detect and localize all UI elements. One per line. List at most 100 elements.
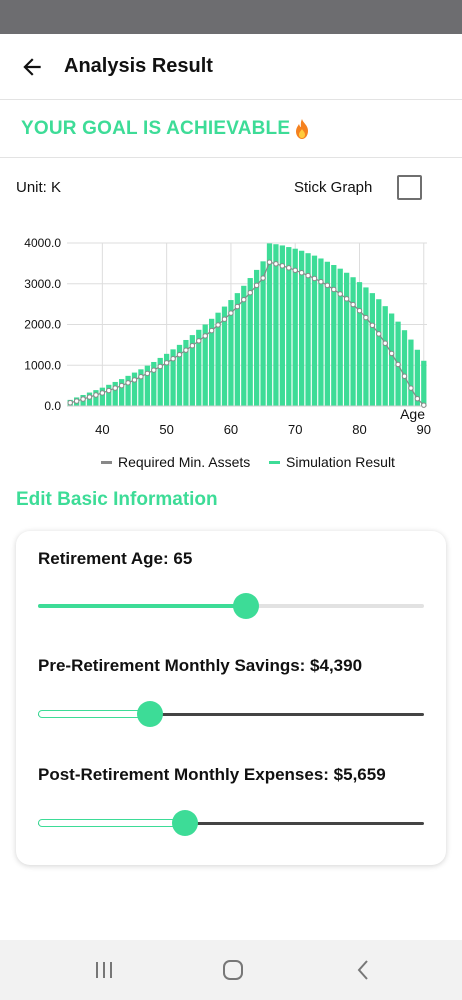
- chart-options-row: Unit: K Stick Graph: [0, 170, 462, 206]
- x-tick-label: 60: [224, 422, 238, 437]
- chart-bar: [408, 339, 414, 406]
- chart-point: [183, 347, 189, 353]
- chart-point: [363, 314, 369, 321]
- x-axis-label: Age: [400, 406, 425, 422]
- slider-thumb[interactable]: [136, 701, 163, 727]
- chart-bar: [401, 330, 408, 406]
- chart-bar: [350, 277, 356, 406]
- chart-point: [118, 382, 125, 389]
- chart-point: [311, 275, 318, 282]
- chart-point: [343, 296, 350, 302]
- stick-graph-checkbox[interactable]: [397, 175, 422, 200]
- chart-point: [151, 367, 157, 373]
- chart-point: [286, 265, 292, 271]
- chart-bar: [260, 261, 266, 406]
- chart-point: [215, 322, 221, 328]
- chart-point: [292, 267, 298, 274]
- unit-label: Unit: K: [16, 179, 62, 196]
- chart-point: [331, 286, 337, 293]
- chart-point: [273, 261, 279, 267]
- chart-point: [221, 316, 228, 322]
- system-back-button[interactable]: [333, 940, 393, 1000]
- chart-point: [382, 340, 388, 346]
- chart-point: [80, 396, 86, 402]
- x-tick-label: 90: [417, 422, 431, 437]
- chart-point: [266, 259, 273, 265]
- chart-point: [170, 356, 176, 362]
- slider-thumb[interactable]: [233, 593, 260, 619]
- assets-chart-svg: 0.0 1000.0 2000.0 3000.0 4000.0 40 50 60 70 80 90A…: [24, 236, 431, 470]
- x-tick-label: 40: [95, 422, 109, 437]
- basic-info-card: Retirement Age: 65 Pre-Retirement Monthl…: [16, 531, 446, 865]
- chart-point: [73, 398, 80, 404]
- chart-bar: [389, 313, 395, 406]
- chart-point: [93, 392, 99, 398]
- chart-bar: [369, 293, 375, 406]
- x-tick-label: 50: [159, 422, 173, 437]
- chart-bar: [382, 306, 388, 406]
- chart-bar: [241, 285, 247, 406]
- chart-point: [395, 361, 401, 368]
- post-retirement-expenses-slider[interactable]: [38, 808, 424, 838]
- chart-bar: [376, 299, 382, 406]
- chart-bar: [234, 293, 240, 406]
- legend-label-required-min-assets: Required Min. Assets: [118, 454, 250, 470]
- chart-bar: [344, 272, 350, 406]
- x-tick-label: 70: [288, 422, 302, 437]
- chart-point: [202, 333, 208, 339]
- chart-point: [144, 370, 151, 377]
- y-tick-label: 1000.0: [24, 358, 61, 372]
- chart-point: [408, 385, 414, 391]
- page-title: Analysis Result: [64, 55, 213, 77]
- status-bar: [0, 0, 462, 34]
- chart-point: [228, 310, 234, 316]
- retirement-age-label: Retirement Age: 65: [38, 549, 193, 568]
- home-button[interactable]: [203, 940, 263, 1000]
- goal-status-text: YOUR GOAL IS ACHIEVABLE: [21, 117, 291, 139]
- slider-thumb[interactable]: [171, 810, 198, 836]
- chart-bar: [228, 300, 234, 406]
- chart-bar: [337, 268, 343, 406]
- slider-active-track: [38, 710, 150, 718]
- chart-point: [106, 387, 112, 394]
- section-title: Edit Basic Information: [16, 489, 218, 510]
- recent-apps-button[interactable]: [74, 940, 134, 1000]
- chart-point: [324, 282, 331, 289]
- chart-point: [196, 338, 202, 344]
- chart-point: [376, 331, 382, 337]
- y-tick-label: 2000.0: [24, 318, 61, 332]
- chart-point: [176, 351, 183, 358]
- assets-chart: 0.0 1000.0 2000.0 3000.0 4000.0 40 50 60 70 80 90 A…: [0, 230, 462, 480]
- chart-bar: [331, 265, 337, 406]
- system-nav-bar: [0, 940, 462, 1000]
- chart-bar: [421, 360, 427, 406]
- y-tick-label: 4000.0: [24, 236, 61, 250]
- chart-bar: [279, 245, 285, 406]
- x-tick-label: 80: [352, 422, 366, 437]
- pre-retirement-savings-slider[interactable]: [38, 699, 424, 729]
- chart-bar: [273, 244, 279, 406]
- app-bar: Analysis Result: [0, 34, 462, 100]
- retirement-age-slider[interactable]: [38, 591, 424, 621]
- pre-retirement-savings-label: Pre-Retirement Monthly Savings: $4,390: [38, 656, 363, 675]
- back-button[interactable]: [0, 34, 64, 100]
- chart-point: [305, 272, 311, 279]
- chart-point: [356, 307, 363, 314]
- chart-point: [401, 373, 408, 379]
- chart-point: [388, 350, 395, 357]
- stick-graph-label: Stick Graph: [294, 179, 373, 196]
- chart-point: [414, 395, 421, 402]
- chart-point: [112, 385, 118, 391]
- chart-point: [163, 360, 170, 366]
- chart-point: [131, 377, 138, 383]
- chart-point: [234, 303, 241, 310]
- chart-point: [247, 290, 253, 296]
- legend-marker-required-min-assets: [101, 461, 112, 464]
- chart-point: [138, 373, 144, 380]
- chart-bar: [247, 278, 253, 406]
- chart-point: [157, 363, 163, 370]
- chart-point: [208, 327, 215, 334]
- fire-icon: [294, 118, 310, 139]
- chart-bar: [286, 247, 292, 406]
- arrow-back-icon: [23, 57, 41, 76]
